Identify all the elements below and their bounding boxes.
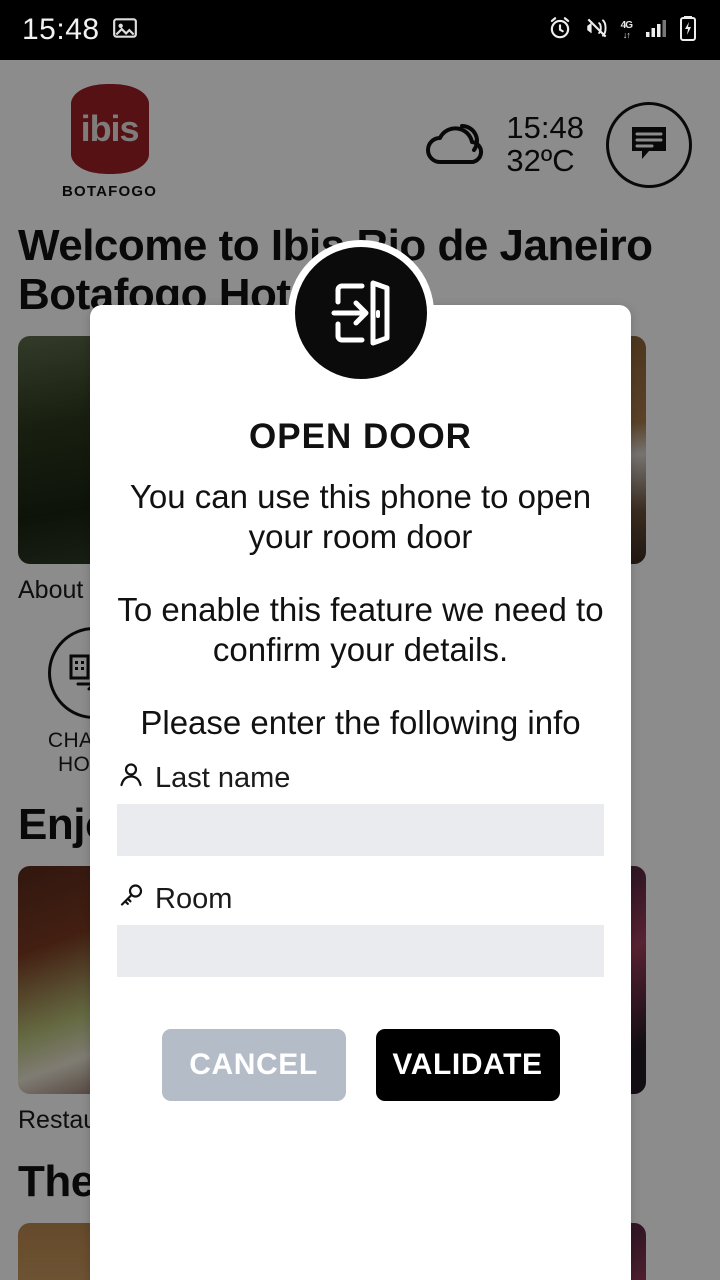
alarm-icon: [547, 15, 573, 46]
cancel-button[interactable]: CANCEL: [161, 1028, 346, 1101]
last-name-input[interactable]: [117, 803, 604, 856]
validate-button[interactable]: VALIDATE: [375, 1028, 560, 1101]
field-last-name: Last name: [90, 761, 631, 856]
status-bar: 15:48 4G ↓↑: [0, 0, 720, 60]
open-door-icon: [287, 240, 434, 386]
dialog-body: You can use this phone to open your room…: [90, 457, 631, 743]
network-4g-icon: 4G ↓↑: [620, 19, 633, 40]
last-name-label: Last name: [117, 761, 604, 804]
network-type-label: 4G: [620, 19, 633, 31]
field-room: Room: [90, 882, 631, 977]
dialog-paragraph-3: Please enter the following info: [140, 704, 581, 742]
vibrate-icon: [584, 15, 610, 46]
person-icon: [117, 761, 145, 797]
battery-charging-icon: [678, 15, 698, 46]
dialog-paragraph-2: To enable this feature we need to confir…: [117, 591, 604, 668]
last-name-label-text: Last name: [155, 762, 291, 795]
dialog-actions: CANCEL VALIDATE: [90, 977, 631, 1101]
room-label: Room: [117, 882, 604, 925]
status-bar-right: 4G ↓↑: [547, 15, 698, 46]
image-icon: [112, 15, 138, 46]
open-door-dialog: OPEN DOOR You can use this phone to open…: [90, 240, 631, 1280]
dialog-paragraph-1: You can use this phone to open your room…: [129, 478, 592, 555]
room-input[interactable]: [117, 924, 604, 977]
status-bar-clock: 15:48: [22, 13, 100, 46]
status-bar-left: 15:48: [22, 13, 138, 47]
room-label-text: Room: [155, 883, 233, 916]
dialog-form: Last name Room: [90, 761, 631, 977]
key-icon: [117, 882, 145, 918]
signal-icon: [643, 16, 667, 45]
